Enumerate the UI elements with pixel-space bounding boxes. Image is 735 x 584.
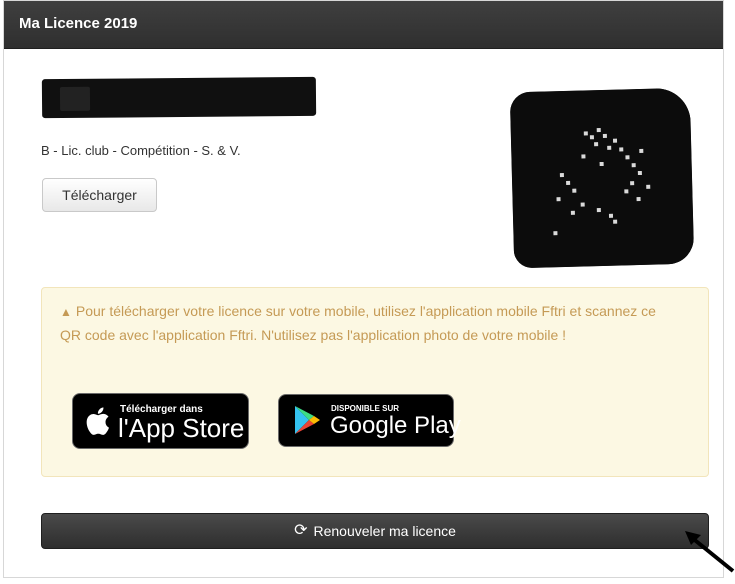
qr-code-icon [509,87,695,269]
licence-type-text: B - Lic. club - Compétition - S. & V. [41,143,241,158]
panel-title: Ma Licence 2019 [4,1,723,49]
licence-panel: Ma Licence 2019 B - Lic. club - Compétit… [3,0,724,578]
redacted-qr-code [509,87,695,269]
alert-message: Pour télécharger votre licence sur votre… [60,303,656,343]
app-store-badge[interactable]: Télécharger dans l'App Store [72,393,249,449]
google-play-large-text: Google Play [330,412,461,439]
download-button[interactable]: Télécharger [42,178,157,212]
apple-logo-icon [86,407,109,435]
redacted-holder-name [41,76,317,119]
renew-licence-button[interactable]: ⟳ Renouveler ma licence [41,513,709,549]
warning-triangle-icon: ▲ [60,305,72,319]
renew-label: Renouveler ma licence [313,523,456,539]
annotation-arrow-icon [685,531,735,573]
refresh-icon: ⟳ [294,522,308,539]
google-play-badge[interactable]: DISPONIBLE SUR Google Play [278,394,461,447]
google-play-logo-icon [295,406,320,434]
app-store-large-text: l'App Store [118,413,245,443]
